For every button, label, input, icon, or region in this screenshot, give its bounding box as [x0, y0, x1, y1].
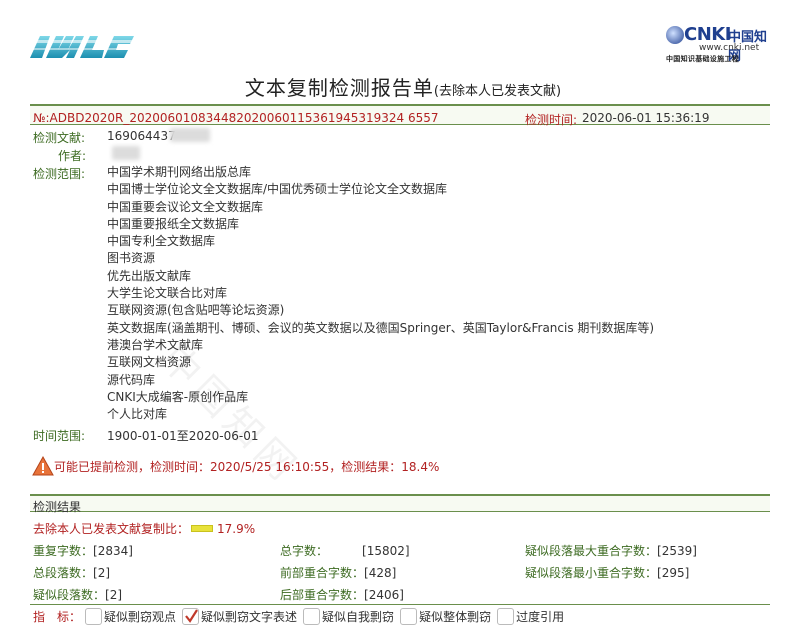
report-title: 文本复制检测报告单(去除本人已发表文献) — [0, 72, 806, 101]
cnki-logo: CNKI 中国知网 www.cnki.net 中国知识基础设施工程 — [664, 24, 776, 64]
stat-repeat-chars: 重复字数：[2834] — [33, 542, 133, 559]
stat-value: [2406] — [364, 588, 404, 602]
copy-ratio-bar — [191, 525, 214, 532]
amlc-logo — [30, 28, 142, 62]
copy-ratio-label: 去除本人已发表文献复制比： — [33, 522, 190, 536]
report-title-main: 文本复制检测报告单 — [244, 76, 434, 100]
indicator-item-label: 过度引用 — [516, 610, 565, 624]
database-item: 互联网资源(包含贴吧等论坛资源) — [107, 303, 285, 318]
stat-value: [428] — [364, 566, 397, 580]
stat-value: [2834] — [93, 544, 133, 558]
redacted-author — [112, 146, 140, 160]
prior-detection-warning: 可能已提前检测，检测时间：2020/5/25 16:10:55，检测结果：18.… — [32, 455, 439, 477]
stat-key: 疑似段落最小重合字数： — [525, 566, 658, 580]
indicator-item: 疑似剽窃观点 — [85, 608, 176, 625]
report-title-sub: (去除本人已发表文献) — [433, 84, 562, 99]
stat-front-overlap: 前部重合字数：[428] — [280, 564, 396, 581]
stat-key: 后部重合字数： — [280, 588, 365, 602]
indicator-checkbox[interactable] — [303, 608, 321, 625]
stat-value: [15802] — [362, 544, 410, 558]
indicator-item-label: 疑似自我剽窃 — [322, 610, 395, 624]
time-range-label: 时间范围: — [33, 429, 86, 443]
database-item: 中国专利全文数据库 — [107, 234, 216, 249]
indicator-item: 疑似自我剽窃 — [303, 608, 394, 625]
database-item: 中国博士学位论文全文数据库/中国优秀硕士学位论文全文数据库 — [107, 182, 448, 197]
header-rule-top — [30, 104, 770, 106]
stat-key: 前部重合字数： — [280, 566, 365, 580]
result-divider — [30, 604, 770, 605]
indicator-item-label: 疑似剽窃文字表述 — [201, 610, 298, 624]
checkmark-icon — [185, 609, 198, 623]
indicator-label: 指 标： — [33, 610, 82, 624]
result-header-band — [30, 494, 770, 512]
stat-value: [2] — [105, 588, 123, 602]
scope-label: 检测范围: — [33, 167, 86, 181]
stat-key: 总字数： — [280, 544, 329, 558]
database-item: 个人比对库 — [107, 407, 168, 422]
cnki-url: www.cnki.net — [699, 43, 760, 53]
cnki-brand: CNKI — [684, 24, 731, 45]
stat-key: 重复字数： — [33, 544, 94, 558]
stat-value: [2539] — [657, 544, 697, 558]
indicator-checkbox[interactable] — [497, 608, 515, 625]
database-item: 图书资源 — [107, 251, 156, 266]
copy-ratio: 去除本人已发表文献复制比： 17.9% — [33, 520, 255, 537]
database-item: 优先出版文献库 — [107, 268, 192, 283]
stat-key: 疑似段落最大重合字数： — [525, 544, 658, 558]
result-section-title: 检测结果 — [33, 500, 82, 514]
stat-total-chars: 总字数： [15802] — [280, 542, 410, 559]
detect-time-label: 检测时间: — [525, 113, 578, 127]
stat-max-overlap: 疑似段落最大重合字数：[2539] — [525, 542, 697, 559]
stat-min-overlap: 疑似段落最小重合字数：[295] — [525, 564, 689, 581]
indicator-checkbox-checked[interactable] — [182, 608, 200, 625]
warning-text: 可能已提前检测，检测时间：2020/5/25 16:10:55，检测结果：18.… — [54, 459, 440, 474]
database-item: 大学生论文联合比对库 — [107, 286, 228, 301]
cnki-globe-icon — [666, 26, 684, 44]
stat-suspect-paragraphs: 疑似段落数：[2] — [33, 586, 122, 603]
stat-total-paragraphs: 总段落数：[2] — [33, 564, 110, 581]
indicator-item: 疑似剽窃文字表述 — [182, 608, 297, 625]
indicator-checkbox[interactable] — [85, 608, 103, 625]
database-item: 中国重要报纸全文数据库 — [107, 216, 240, 231]
indicator-item-label: 疑似剽窃观点 — [104, 610, 177, 624]
redacted-doc-title — [170, 128, 210, 142]
author-label: 作者: — [58, 149, 87, 163]
indicator-item: 疑似整体剽窃 — [400, 608, 491, 625]
database-item: 中国学术期刊网络出版总库 — [107, 165, 252, 179]
document-number: №:ADBD2020R_2020060108344820200601153619… — [33, 111, 439, 125]
stat-value: [295] — [657, 566, 690, 580]
doc-value: 169064437 — [107, 129, 176, 143]
cnki-project: 中国知识基础设施工程 — [666, 55, 739, 63]
stat-key: 疑似段落数： — [33, 588, 106, 602]
detect-time-value: 2020-06-01 15:36:19 — [582, 111, 710, 125]
stat-value: [2] — [93, 566, 111, 580]
indicator-item-label: 疑似整体剽窃 — [419, 610, 492, 624]
indicator-row: 指 标： 疑似剽窃观点 疑似剽窃文字表述 疑似自我剽窃 疑似整体剽窃 过度引用 — [33, 608, 570, 625]
stat-back-overlap: 后部重合字数：[2406] — [280, 586, 404, 603]
database-item: 中国重要会议论文全文数据库 — [107, 199, 264, 214]
doc-label: 检测文献: — [33, 131, 86, 145]
copy-ratio-value: 17.9% — [217, 521, 256, 536]
stat-key: 总段落数： — [33, 566, 94, 580]
warning-icon — [32, 455, 54, 476]
indicator-item: 过度引用 — [497, 608, 564, 625]
indicator-checkbox[interactable] — [400, 608, 418, 625]
